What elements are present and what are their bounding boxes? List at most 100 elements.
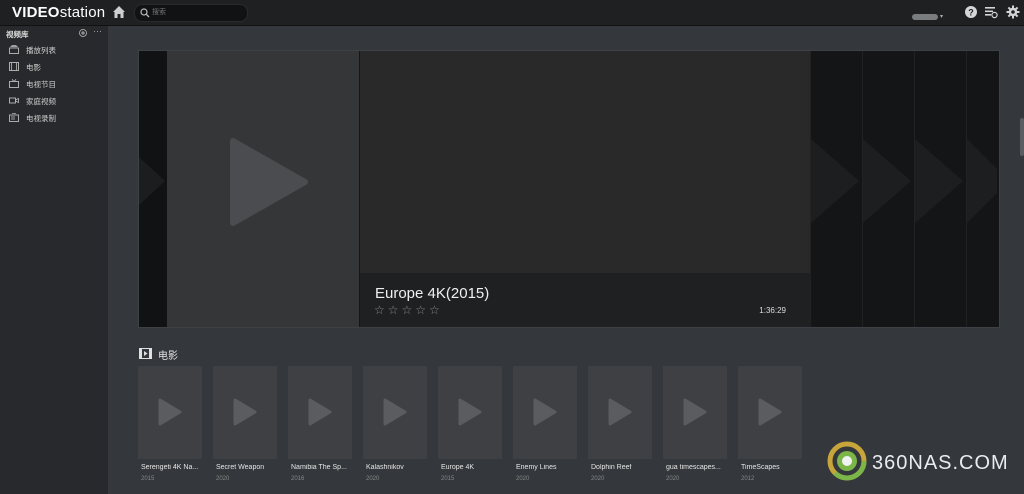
sidebar-item-playlist[interactable]: 播放列表 xyxy=(0,42,108,58)
play-icon xyxy=(383,398,407,426)
movie-poster xyxy=(363,366,427,459)
movie-title: Europe 4K xyxy=(441,464,475,471)
movie-card[interactable]: Kalashnikov 2020 xyxy=(363,366,427,490)
featured-caption: Europe 4K(2015) ☆☆☆☆☆ 1:36:29 xyxy=(360,273,810,327)
user-name xyxy=(912,13,938,20)
sidebar-item-label: 电影 xyxy=(26,63,41,72)
play-icon xyxy=(533,398,557,426)
tv-icon xyxy=(9,79,19,88)
carousel-thumbnail[interactable] xyxy=(966,51,999,327)
movie-year: 2020 xyxy=(666,476,680,482)
movie-poster xyxy=(513,366,577,459)
movie-year: 2015 xyxy=(141,476,155,482)
movie-year: 2020 xyxy=(216,476,230,482)
movie-year: 2016 xyxy=(291,476,305,482)
movie-poster xyxy=(738,366,802,459)
record-icon xyxy=(9,113,19,122)
movie-title: Dolphin Reef xyxy=(591,464,632,471)
play-icon xyxy=(158,398,182,426)
movie-year: 2015 xyxy=(441,476,455,482)
movie-poster xyxy=(213,366,277,459)
help-icon[interactable]: ? xyxy=(964,5,978,19)
movie-card[interactable]: Dolphin Reef 2020 xyxy=(588,366,652,490)
play-icon xyxy=(915,139,963,223)
movie-card[interactable]: Europe 4K 2015 xyxy=(438,366,502,490)
movie-card[interactable]: Secret Weapon 2020 xyxy=(213,366,277,490)
movie-card[interactable]: gua timescapes... 2020 xyxy=(663,366,727,490)
carousel-thumbnail[interactable] xyxy=(862,51,914,327)
watermark-text: 360NAS.COM xyxy=(872,452,1009,474)
previous-slide[interactable] xyxy=(139,51,167,327)
movie-title: Serengeti 4K Na... xyxy=(141,464,199,471)
scrollbar-thumb[interactable] xyxy=(1020,118,1024,156)
movie-poster xyxy=(663,366,727,459)
movie-year: 2020 xyxy=(516,476,530,482)
movie-year: 2020 xyxy=(591,476,605,482)
add-library-icon[interactable] xyxy=(79,29,87,37)
more-options-icon[interactable]: ··· xyxy=(93,26,102,36)
play-icon xyxy=(233,398,257,426)
sidebar-item-label: 电视录制 xyxy=(26,114,56,123)
movie-card[interactable]: TimeScapes 2012 xyxy=(738,366,802,490)
playlist-icon xyxy=(9,45,19,54)
section-title: 电影 xyxy=(158,351,178,362)
movie-card[interactable]: Serengeti 4K Na... 2015 xyxy=(138,366,202,490)
search-input[interactable] xyxy=(152,6,242,19)
movie-title: gua timescapes... xyxy=(666,464,721,471)
play-icon xyxy=(308,398,332,426)
app-logo: VIDEOstation xyxy=(12,4,106,21)
play-icon xyxy=(967,139,997,223)
movie-poster xyxy=(138,366,202,459)
movie-title: TimeScapes xyxy=(741,464,780,471)
movie-poster xyxy=(438,366,502,459)
home-icon[interactable] xyxy=(112,5,126,19)
movie-card[interactable]: Namibia The Sp... 2016 xyxy=(288,366,352,490)
play-icon xyxy=(230,138,308,226)
carousel-thumbnail[interactable] xyxy=(810,51,862,327)
movie-year: 2020 xyxy=(366,476,380,482)
play-icon xyxy=(758,398,782,426)
carousel-thumbnail[interactable] xyxy=(914,51,966,327)
movie-title: Enemy Lines xyxy=(516,464,557,471)
sidebar-item-tv-recordings[interactable]: 电视录制 xyxy=(0,110,108,126)
watermark-logo-icon xyxy=(827,441,867,481)
camera-icon xyxy=(9,97,19,104)
rating-stars[interactable]: ☆☆☆☆☆ xyxy=(374,303,443,317)
play-icon xyxy=(863,139,911,223)
movie-poster xyxy=(288,366,352,459)
sidebar-item-home-videos[interactable]: 家庭视频 xyxy=(0,93,108,109)
carousel-thumbnails xyxy=(810,51,999,327)
play-icon xyxy=(139,157,165,205)
movie-icon xyxy=(139,348,152,359)
movie-title: Namibia The Sp... xyxy=(291,464,347,471)
featured-duration: 1:36:29 xyxy=(759,306,786,315)
featured-poster[interactable] xyxy=(167,51,359,327)
search-icon xyxy=(140,8,150,18)
sidebar-item-tv-shows[interactable]: 电视节目 xyxy=(0,76,108,92)
svg-text:?: ? xyxy=(968,8,974,18)
sidebar: 视频库 ··· 播放列表 电影 电视节目 家庭视频 电视录制 xyxy=(0,26,108,494)
sidebar-item-label: 电视节目 xyxy=(26,80,56,89)
play-icon xyxy=(458,398,482,426)
movie-title: Kalashnikov xyxy=(366,464,404,471)
chevron-down-icon: ▾ xyxy=(940,14,944,21)
featured-carousel[interactable]: Europe 4K(2015) ☆☆☆☆☆ 1:36:29 xyxy=(138,50,1000,328)
movie-icon xyxy=(9,62,19,71)
sidebar-item-movies[interactable]: 电影 xyxy=(0,59,108,75)
sidebar-item-label: 家庭视频 xyxy=(26,97,56,106)
user-menu[interactable]: ▾ xyxy=(912,8,946,20)
play-icon xyxy=(683,398,707,426)
top-bar: VIDEOstation ▾ ? xyxy=(0,0,1024,26)
library-header: 视频库 xyxy=(6,30,29,39)
watermark: 360NAS.COM xyxy=(826,440,1016,484)
movie-poster xyxy=(588,366,652,459)
play-icon xyxy=(811,139,859,223)
settings-icon[interactable] xyxy=(1006,5,1020,19)
featured-title: Europe 4K(2015) xyxy=(375,285,490,302)
search-box[interactable] xyxy=(134,4,248,22)
play-icon xyxy=(608,398,632,426)
task-icon[interactable] xyxy=(984,5,998,19)
movie-card[interactable]: Enemy Lines 2020 xyxy=(513,366,577,490)
movie-title: Secret Weapon xyxy=(216,464,265,471)
sidebar-item-label: 播放列表 xyxy=(26,46,56,55)
